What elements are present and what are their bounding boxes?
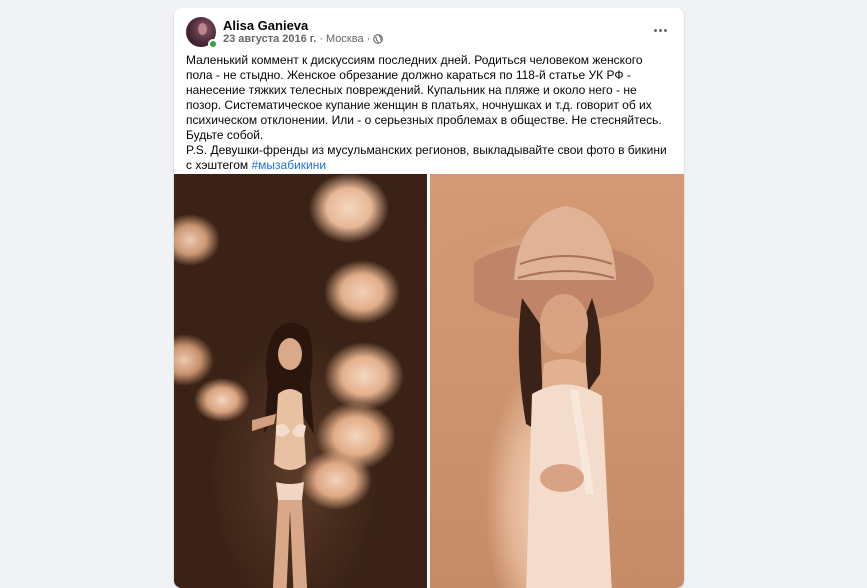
photo-woman-flowers (252, 322, 314, 588)
online-status-indicator (208, 39, 218, 49)
post-text-line: Маленький коммент к дискуссиям последних… (186, 53, 643, 67)
more-options-button[interactable] (648, 20, 672, 40)
post-photo-left[interactable] (174, 174, 427, 588)
post-photo-right[interactable] (430, 174, 684, 588)
post-text-last-line: с хэштегом #мызабикини (186, 158, 676, 173)
post-text-line: пола - не стыдно. Женское обрезание долж… (186, 68, 631, 82)
more-horizontal-icon (653, 28, 657, 32)
photo-woman-hat (474, 206, 654, 588)
post-text-line: психическом отклонении. Или - о серьезны… (186, 113, 662, 127)
post-text-line: нанесение тяжких телесных повреждений. К… (186, 83, 637, 97)
more-horizontal-icon-dot (658, 28, 662, 32)
hashtag-link[interactable]: #мызабикини (252, 158, 327, 172)
post-text-line: P.S. Девушки-френды из мусульманских рег… (186, 143, 667, 157)
more-horizontal-icon-dot (663, 28, 667, 32)
author-name[interactable]: Alisa Ganieva (223, 18, 308, 33)
post-date[interactable]: 23 августа 2016 г. (223, 33, 316, 45)
post-location: Москва (326, 33, 364, 45)
avatar-image (198, 23, 207, 35)
meta-separator: · (319, 33, 324, 45)
post-text: Маленький коммент к дискуссиям последних… (186, 53, 676, 173)
post-text-line-prefix: с хэштегом (186, 158, 252, 172)
post-header: Alisa Ganieva 23 августа 2016 г. · Москв… (174, 8, 684, 52)
meta-separator-2: · (366, 33, 371, 45)
globe-icon[interactable] (373, 34, 384, 44)
post-text-line: позор. Систематическое купание женщин в … (186, 98, 652, 112)
post-text-line: Будьте собой. (186, 128, 264, 142)
post-card: Alisa Ganieva 23 августа 2016 г. · Москв… (174, 8, 684, 588)
post-meta: 23 августа 2016 г. · Москва · (223, 33, 384, 45)
